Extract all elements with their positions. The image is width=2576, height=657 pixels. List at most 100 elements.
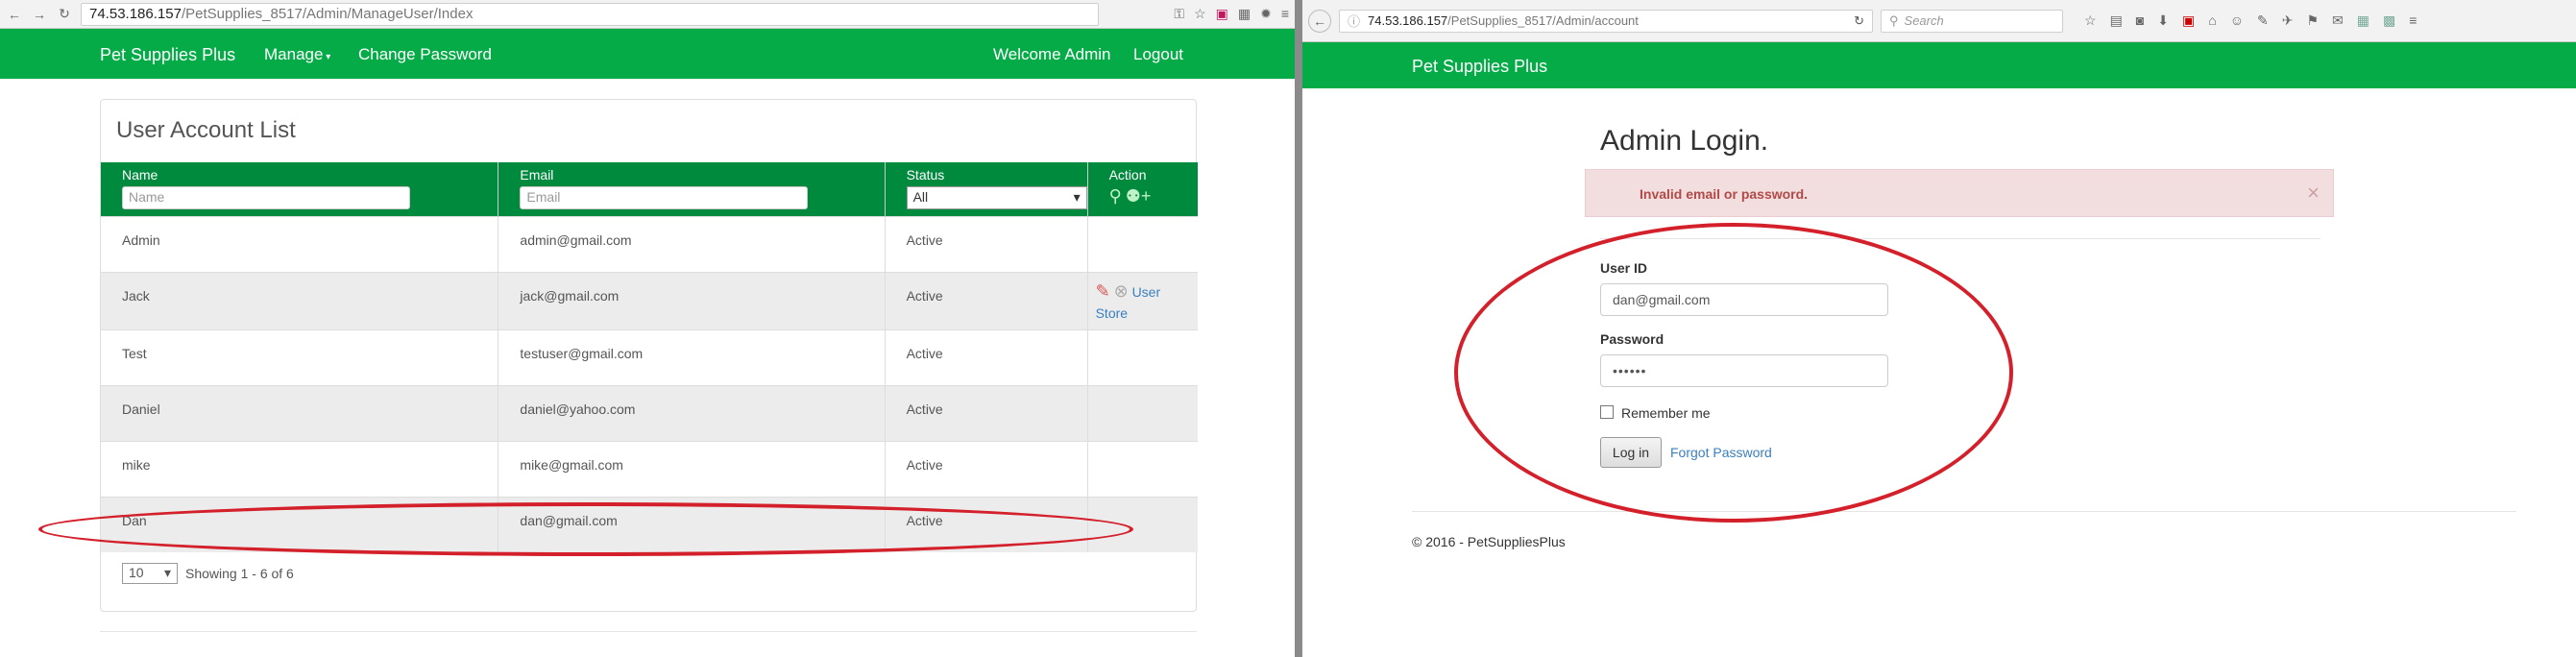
cell-status: Active xyxy=(885,328,1088,385)
home-icon[interactable]: ⌂ xyxy=(2208,12,2216,29)
column-label: Name xyxy=(122,167,158,182)
cell-status: Active xyxy=(885,440,1088,497)
chat-icon[interactable]: ☺ xyxy=(2230,12,2244,29)
window-divider[interactable] xyxy=(1295,0,1302,657)
column-header-status: Status All ▾ xyxy=(885,162,1088,216)
cell-name: Test xyxy=(101,328,499,385)
extension-icon[interactable]: ▦ xyxy=(2357,12,2369,29)
status-filter-select[interactable]: All ▾ xyxy=(906,186,1087,209)
right-browser-toolbar: ← ⓘ 74.53.186.157/PetSupplies_8517/Admin… xyxy=(1302,0,2576,42)
close-icon[interactable]: × xyxy=(2307,181,2320,206)
cell-email: mike@gmail.com xyxy=(498,440,886,497)
user-table: Name Name Email Email Status All ▾ Action… xyxy=(101,162,1198,552)
left-address-bar[interactable]: 74.53.186.157/PetSupplies_8517/Admin/Man… xyxy=(81,2,1099,26)
add-user-icon[interactable]: ⚉+ xyxy=(1126,186,1152,207)
pocket-icon[interactable]: ◙ xyxy=(2136,12,2144,29)
flag-icon[interactable]: ⚑ xyxy=(2306,12,2319,29)
extension-icon[interactable]: ✹ xyxy=(1260,6,1272,22)
left-browser-window: ← → ↻ 74.53.186.157/PetSupplies_8517/Adm… xyxy=(0,0,1295,657)
cell-status: Active xyxy=(885,271,1088,329)
cell-status: Active xyxy=(885,215,1088,272)
link-text: Store xyxy=(1095,304,1129,321)
search-box[interactable]: ⚲ Search xyxy=(1881,9,2063,33)
reading-list-icon[interactable]: ▤ xyxy=(2110,12,2123,29)
column-label: Action xyxy=(1108,167,1147,182)
page-title: Admin Login. xyxy=(1600,125,1769,157)
extension-icon[interactable]: ✉ xyxy=(2332,12,2344,29)
info-icon: ⓘ xyxy=(1348,14,1361,29)
cell-email: daniel@yahoo.com xyxy=(498,384,886,441)
name-filter-input[interactable]: Name xyxy=(122,186,410,209)
left-browser-toolbar: ← → ↻ 74.53.186.157/PetSupplies_8517/Adm… xyxy=(0,0,1295,29)
right-address-bar[interactable]: ⓘ 74.53.186.157/PetSupplies_8517/Admin/a… xyxy=(1339,9,1873,33)
reload-icon[interactable]: ↻ xyxy=(1854,13,1864,29)
search-icon[interactable]: ⚲ xyxy=(1109,186,1122,207)
edit-icon[interactable]: ✎ xyxy=(1096,281,1110,301)
table-row: Admin admin@gmail.com Active xyxy=(101,215,1198,272)
extension-icon[interactable]: ✈ xyxy=(2282,12,2294,29)
download-icon[interactable]: ⬇ xyxy=(2157,12,2169,29)
menu-icon[interactable]: ≡ xyxy=(2409,12,2417,29)
url-host: 74.53.186.157 xyxy=(89,6,182,22)
page-size-value: 10 xyxy=(129,565,144,580)
url-path: /PetSupplies_8517/Admin/ManageUser/Index xyxy=(181,6,474,22)
right-browser-window: ← ⓘ 74.53.186.157/PetSupplies_8517/Admin… xyxy=(1302,0,2576,657)
url-host: 74.53.186.157 xyxy=(1368,13,1448,28)
extension-icon[interactable]: ▩ xyxy=(2383,12,2395,29)
column-label: Status xyxy=(906,167,945,182)
manage-menu[interactable]: Manage ▾ xyxy=(264,45,330,64)
table-row: Daniel daniel@yahoo.com Active xyxy=(101,384,1198,441)
extension-icon[interactable]: ▣ xyxy=(2182,12,2195,29)
change-password-link[interactable]: Change Password xyxy=(358,45,492,64)
cell-action: ✎ ⊗ User Store xyxy=(1087,271,1198,329)
email-filter-input[interactable]: Email xyxy=(520,186,809,209)
extension-icon[interactable]: ▦ xyxy=(1238,6,1251,22)
cell-email: jack@gmail.com xyxy=(498,271,886,329)
error-alert: Invalid email or password. × xyxy=(1585,169,2334,217)
forward-icon[interactable]: → xyxy=(31,7,48,22)
extension-icon[interactable]: ✎ xyxy=(2257,12,2269,29)
caret-down-icon: ▾ xyxy=(163,565,171,580)
bookmark-star-icon[interactable]: ☆ xyxy=(1194,6,1206,22)
search-placeholder: Search xyxy=(1904,13,1944,28)
cell-email: admin@gmail.com xyxy=(498,215,886,272)
showing-count: Showing 1 - 6 of 6 xyxy=(185,566,294,581)
footer-copyright: © 2016 - PetSuppliesPlus xyxy=(1412,534,1566,549)
pagination: 10 ▾ Showing 1 - 6 of 6 xyxy=(122,563,294,584)
column-header-action: Action ⚲ ⚉+ xyxy=(1087,162,1198,216)
column-header-email: Email Email xyxy=(498,162,886,216)
search-icon: ⚲ xyxy=(1889,12,1899,28)
reload-icon[interactable]: ↻ xyxy=(56,6,73,22)
cell-email: testuser@gmail.com xyxy=(498,328,886,385)
annotation-oval xyxy=(1454,223,2013,523)
table-row: Test testuser@gmail.com Active xyxy=(101,328,1198,385)
extension-icon[interactable]: ▣ xyxy=(1216,6,1228,22)
caret-down-icon: ▾ xyxy=(323,52,331,62)
cell-name: mike xyxy=(101,440,499,497)
cell-status: Active xyxy=(885,384,1088,441)
cell-name: Jack xyxy=(101,271,499,329)
table-row: mike mike@gmail.com Active xyxy=(101,440,1198,497)
table-row: Jack jack@gmail.com Active ✎ ⊗ User Store xyxy=(101,271,1198,329)
cell-action xyxy=(1087,328,1198,385)
divider xyxy=(1412,511,2516,512)
menu-icon[interactable]: ≡ xyxy=(1281,6,1289,22)
brand-link[interactable]: Pet Supplies Plus xyxy=(100,45,235,65)
logout-link[interactable]: Logout xyxy=(1133,45,1183,64)
top-navbar: Pet Supplies Plus Manage ▾ Change Passwo… xyxy=(0,29,1295,79)
brand-link[interactable]: Pet Supplies Plus xyxy=(1412,57,1547,77)
cell-name: Daniel xyxy=(101,384,499,441)
page-size-select[interactable]: 10 ▾ xyxy=(122,563,178,584)
annotation-oval xyxy=(38,502,1133,556)
welcome-link[interactable]: Welcome Admin xyxy=(993,45,1111,64)
manage-label: Manage xyxy=(264,45,324,63)
bookmark-star-icon[interactable]: ☆ xyxy=(2084,12,2097,29)
column-label: Email xyxy=(520,167,554,182)
back-icon[interactable]: ← xyxy=(6,7,23,22)
back-icon[interactable]: ← xyxy=(1308,9,1331,33)
delete-icon[interactable]: ⊗ xyxy=(1114,281,1129,301)
key-icon[interactable]: ⚿ xyxy=(1174,6,1184,22)
status-filter-value: All xyxy=(912,189,929,205)
cell-action xyxy=(1087,440,1198,497)
cell-name: Admin xyxy=(101,215,499,272)
